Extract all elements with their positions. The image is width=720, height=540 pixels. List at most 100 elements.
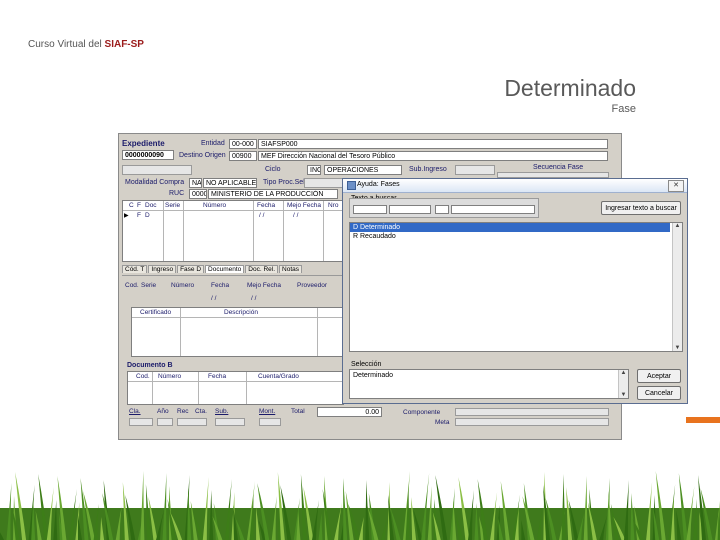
grid-column-line bbox=[323, 201, 324, 261]
bottom-field[interactable] bbox=[129, 418, 153, 426]
grid-header-serie: Serie bbox=[165, 202, 181, 209]
docb-column-line bbox=[198, 372, 199, 404]
grid-header-fecha: Fecha bbox=[257, 202, 276, 209]
modalidad-label: Modalidad Compra bbox=[125, 179, 185, 186]
course-caption: Curso Virtual del SIAF-SP bbox=[28, 39, 144, 50]
ruc-name-field: MINISTERIO DE LA PRODUCCIÓN bbox=[208, 189, 338, 199]
grid-column-line bbox=[283, 201, 284, 261]
doc-header-cod: Cod. bbox=[125, 282, 139, 289]
tab-documento[interactable]: Documento bbox=[205, 265, 245, 273]
grid-header-doc: Doc bbox=[145, 202, 157, 209]
list-item-recaudado[interactable]: R Recaudado bbox=[350, 232, 682, 241]
cert-header-certificado: Certificado bbox=[140, 309, 172, 316]
ruc-label: RUC bbox=[169, 190, 185, 197]
tab-doc-rel[interactable]: Doc. Rel. bbox=[245, 265, 279, 273]
entidad-name-field: SIAFSP000 bbox=[258, 139, 608, 149]
detail-tabs: Cód. T Ingreso Fase D Documento Doc. Rel. Not… bbox=[122, 265, 303, 273]
list-scrollbar[interactable]: ▲ ▼ bbox=[672, 223, 682, 351]
slide-title: Determinado bbox=[504, 75, 636, 101]
selection-box: Determinado ▲ ▼ bbox=[349, 369, 629, 399]
docb-header-divider bbox=[128, 381, 343, 382]
ruc-code-field[interactable]: 0000 bbox=[189, 189, 207, 199]
meta-label: Meta bbox=[435, 419, 450, 426]
dialog-title-bar[interactable]: Ayuda: Fases ✕ bbox=[343, 179, 687, 193]
search-button[interactable]: Ingresar texto a buscar bbox=[601, 201, 681, 215]
tab-cod-t[interactable]: Cód. T bbox=[122, 265, 148, 273]
certificado-panel: Certificado Descripción bbox=[131, 307, 344, 357]
bottom-field[interactable] bbox=[259, 418, 281, 426]
bottom-field[interactable] bbox=[157, 418, 173, 426]
destino-label: Destino Origen bbox=[179, 152, 226, 159]
bottom-label-sub: Sub. bbox=[215, 408, 229, 415]
ciclo-field[interactable]: INGRESO bbox=[307, 165, 321, 175]
documento-b-label: Documento B bbox=[127, 362, 173, 369]
accept-button[interactable]: Aceptar bbox=[637, 369, 681, 383]
meta-field bbox=[455, 418, 609, 426]
bottom-label-cla: Cla. bbox=[129, 408, 141, 415]
grid-cell-f[interactable]: F bbox=[137, 212, 141, 219]
tipo-proc-label: Tipo Proc.Sel. bbox=[263, 179, 307, 186]
grid-column-line bbox=[253, 201, 254, 261]
cert-column-line bbox=[317, 308, 318, 356]
search-field[interactable] bbox=[122, 165, 192, 175]
componente-label: Componente bbox=[403, 409, 441, 416]
accent-bar bbox=[686, 417, 720, 423]
entidad-code-field[interactable]: 00-000 bbox=[229, 139, 257, 149]
grid-header-c: C bbox=[129, 202, 134, 209]
cert-header-descripcion: Descripción bbox=[224, 309, 258, 316]
sub-ingreso-label: Sub.Ingreso bbox=[409, 166, 447, 173]
grid-header-numero: Número bbox=[203, 202, 227, 209]
expediente-label: Expediente bbox=[122, 139, 165, 148]
fases-list[interactable]: D Determinado R Recaudado ▲ ▼ bbox=[349, 222, 683, 352]
close-icon[interactable]: ✕ bbox=[668, 180, 684, 192]
tipo-op-field: OPERACIONES bbox=[324, 165, 402, 175]
total-field: 0.00 bbox=[317, 407, 382, 417]
destino-code-field[interactable]: 00900 bbox=[229, 151, 257, 161]
grid-cell-d[interactable]: D bbox=[145, 212, 150, 219]
buscar-input-2[interactable] bbox=[389, 205, 431, 214]
cert-header-divider bbox=[132, 317, 343, 318]
grid-column-line bbox=[163, 201, 164, 261]
sub-ingreso-field[interactable] bbox=[455, 165, 495, 175]
fase-grid: C F Doc Serie Número Fecha Mejo Fecha Nr… bbox=[122, 200, 347, 262]
docb-column-line bbox=[152, 372, 153, 404]
tab-ingreso[interactable]: Ingreso bbox=[148, 265, 177, 273]
bottom-field[interactable] bbox=[177, 418, 207, 426]
app-icon bbox=[347, 181, 356, 190]
tab-fase-d[interactable]: Fase D bbox=[177, 265, 205, 273]
doc-header-mejo-fecha: Mejo Fecha bbox=[247, 282, 281, 289]
buscar-input[interactable] bbox=[353, 205, 387, 214]
scroll-up-icon[interactable]: ▲ bbox=[619, 370, 628, 376]
grid-header-divider bbox=[123, 210, 346, 211]
cert-column-line bbox=[180, 308, 181, 356]
bottom-label-mont: Mont. bbox=[259, 408, 276, 415]
docb-header-fecha: Fecha bbox=[208, 373, 227, 380]
bottom-field[interactable] bbox=[215, 418, 245, 426]
scroll-down-icon[interactable]: ▼ bbox=[619, 392, 628, 398]
cancel-button[interactable]: Cancelar bbox=[637, 386, 681, 400]
ciclo-label: Ciclo bbox=[265, 166, 281, 173]
grid-cell-mejo-fecha: / / bbox=[293, 212, 299, 219]
list-item-determinado[interactable]: D Determinado bbox=[350, 223, 670, 232]
expediente-field[interactable]: 0000000090 bbox=[122, 150, 174, 160]
selection-value: Determinado bbox=[353, 372, 394, 379]
doc-header-numero: Número bbox=[171, 282, 195, 289]
modalidad-code-field[interactable]: NA bbox=[189, 178, 202, 188]
buscar-input-4[interactable] bbox=[451, 205, 535, 214]
doc-cell-fecha: / / bbox=[211, 295, 217, 302]
tab-divider bbox=[122, 275, 344, 276]
doc-header-proveedor: Proveedor bbox=[297, 282, 327, 289]
grass-decoration bbox=[0, 471, 720, 540]
tab-notas[interactable]: Notas bbox=[279, 265, 302, 273]
dialog-title: Ayuda: Fases bbox=[357, 181, 400, 188]
docb-column-line bbox=[246, 372, 247, 404]
buscar-input-3[interactable] bbox=[435, 205, 449, 214]
tipo-proc-field[interactable] bbox=[304, 178, 344, 188]
bottom-label-cta: Cta. bbox=[195, 408, 207, 415]
documento-b-grid: Cod. Número Fecha Cuenta/Grado bbox=[127, 371, 344, 405]
selection-scrollbar[interactable]: ▲ ▼ bbox=[618, 370, 628, 398]
course-brand: SIAF-SP bbox=[104, 39, 144, 50]
scroll-up-icon[interactable]: ▲ bbox=[673, 223, 682, 229]
docb-header-cuenta: Cuenta/Grado bbox=[258, 373, 299, 380]
scroll-down-icon[interactable]: ▼ bbox=[673, 345, 682, 351]
